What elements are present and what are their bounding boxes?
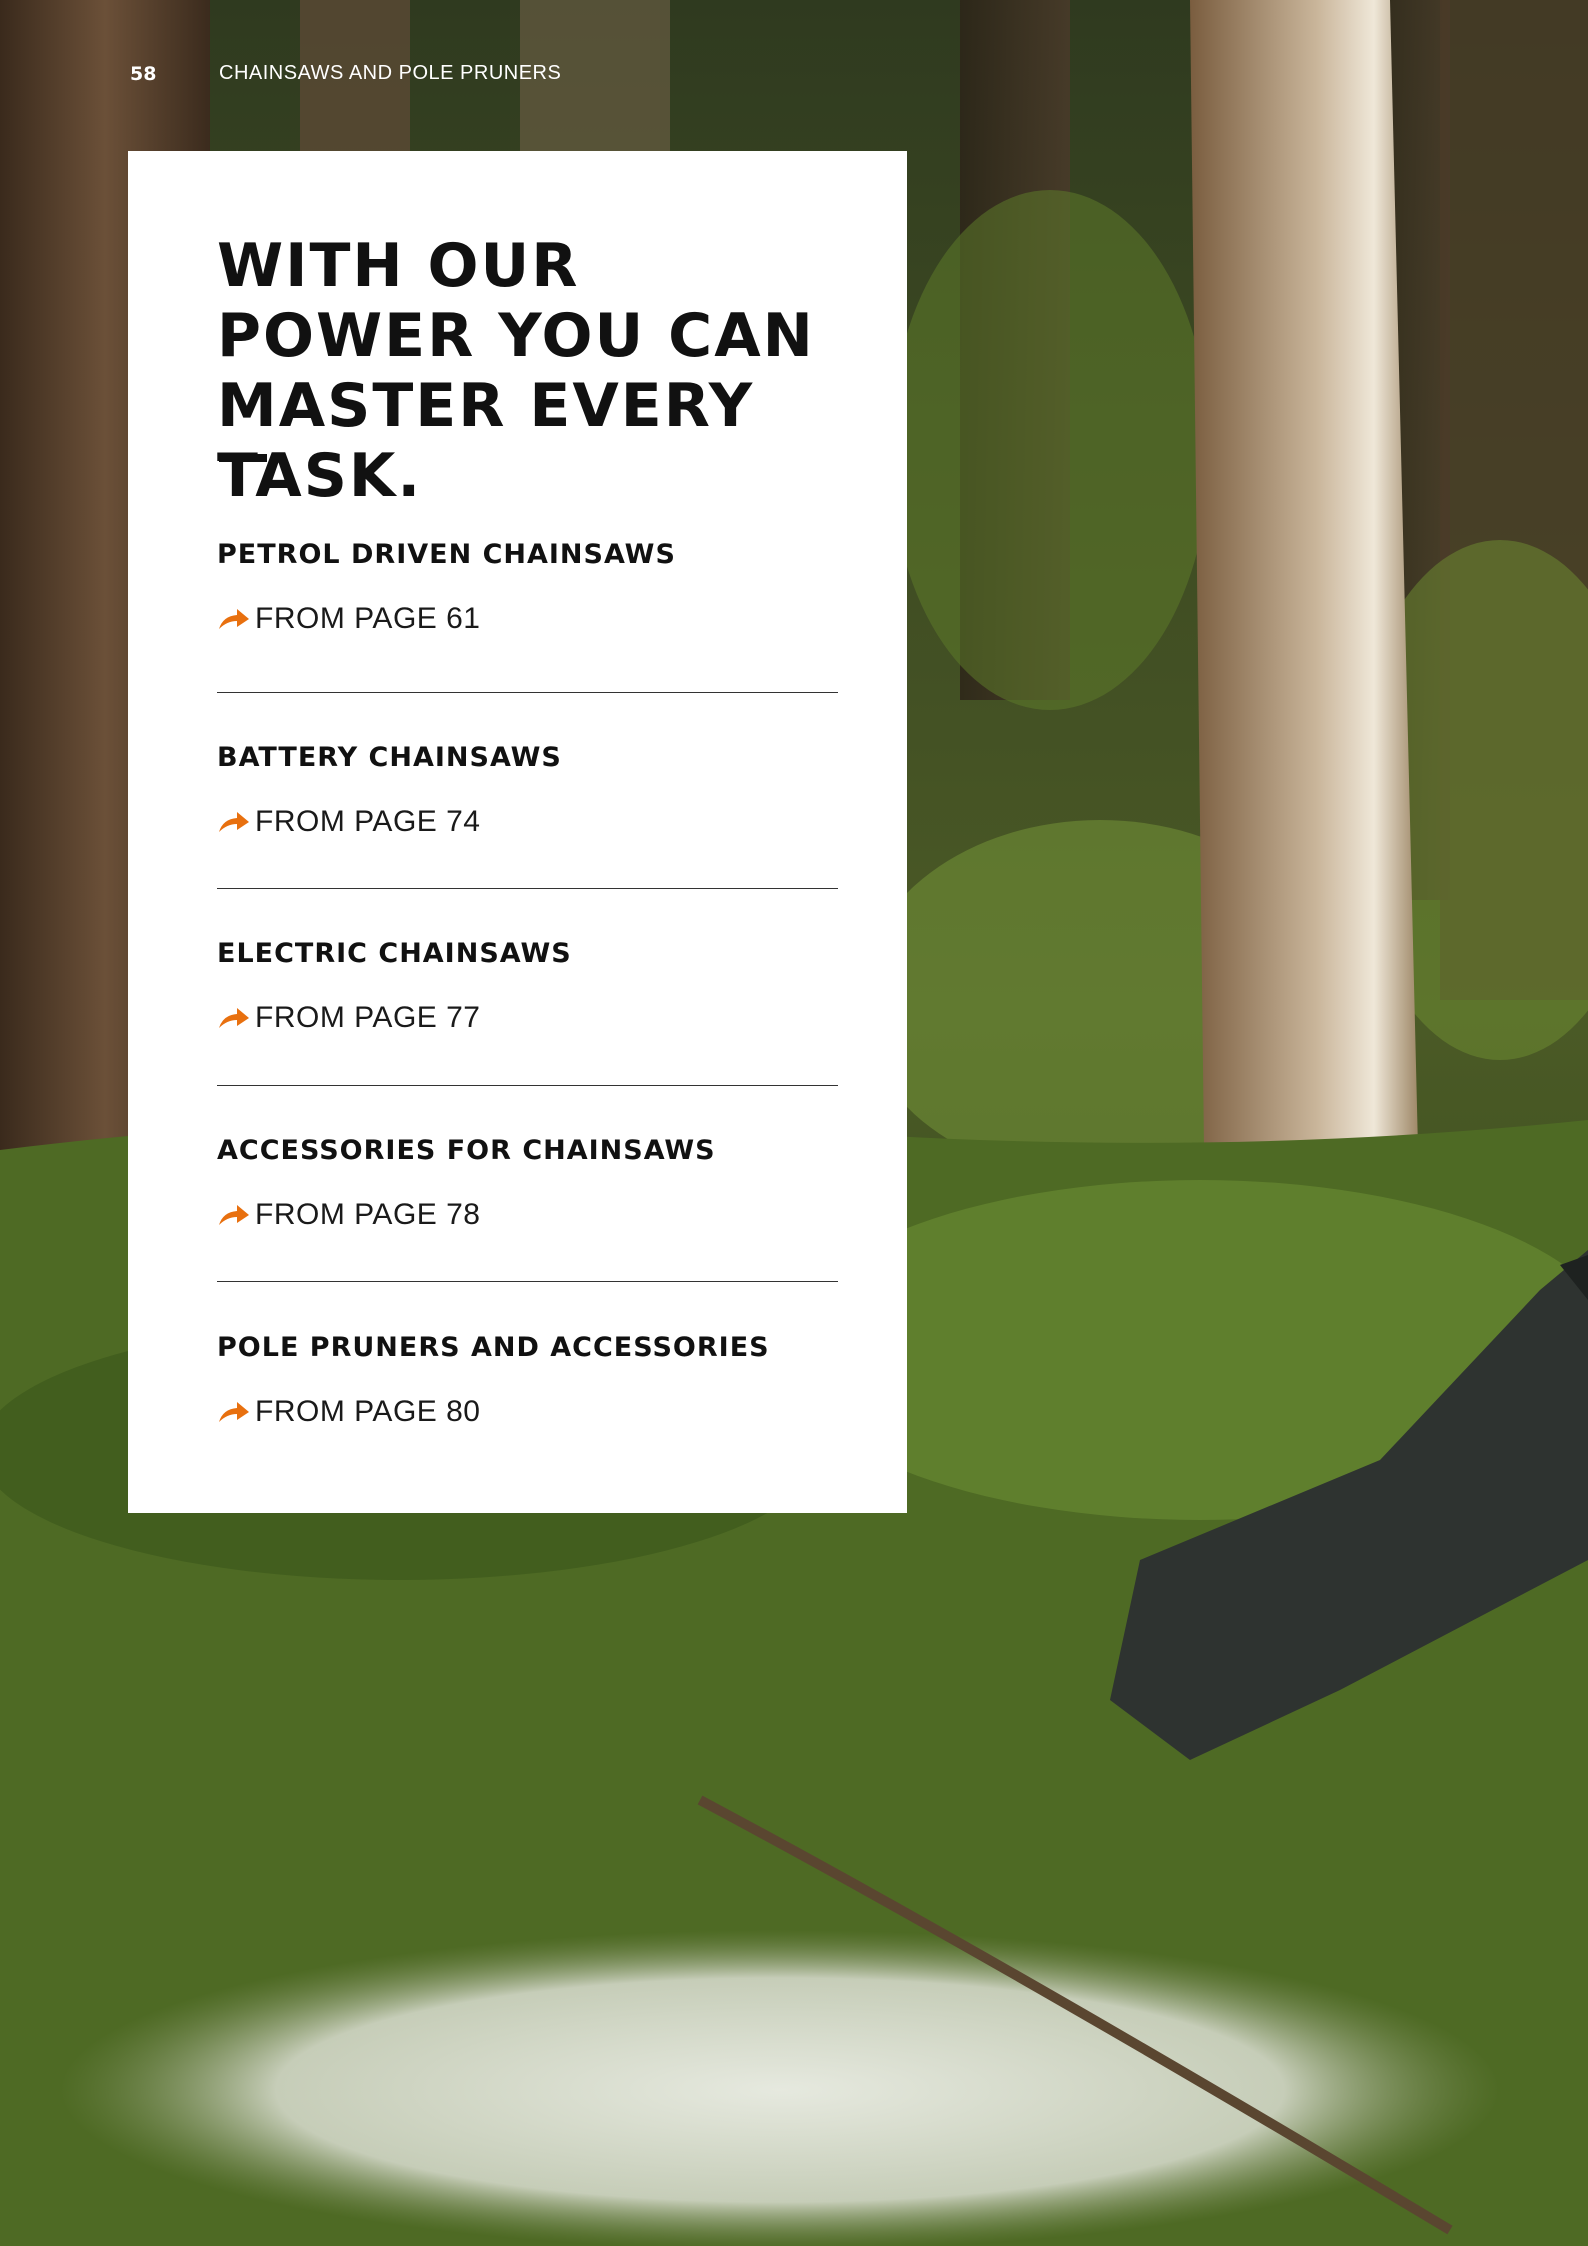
arrow-right-icon bbox=[219, 1205, 249, 1225]
arrow-right-icon bbox=[219, 1008, 249, 1028]
from-page-text: FROM PAGE 77 bbox=[255, 1001, 481, 1034]
category-petrol-chainsaws: PETROL DRIVEN CHAINSAWS FROM PAGE 61 bbox=[217, 538, 837, 636]
from-page-text: FROM PAGE 80 bbox=[255, 1395, 481, 1428]
from-page-text: FROM PAGE 74 bbox=[255, 805, 481, 838]
from-page-text: FROM PAGE 78 bbox=[255, 1198, 481, 1231]
from-page-text: FROM PAGE 61 bbox=[255, 602, 481, 635]
arrow-right-icon bbox=[219, 609, 249, 629]
from-page-link[interactable]: FROM PAGE 78 bbox=[217, 1198, 837, 1232]
divider bbox=[217, 1085, 838, 1086]
arrow-right-icon bbox=[219, 812, 249, 832]
category-title: POLE PRUNERS AND ACCESSORIES bbox=[217, 1332, 770, 1363]
category-battery-chainsaws: BATTERY CHAINSAWS FROM PAGE 74 bbox=[217, 741, 837, 839]
content-card: WITH OUR POWER YOU CAN MASTER EVERY TASK… bbox=[128, 151, 907, 1513]
arrow-right-icon bbox=[219, 1402, 249, 1422]
page-number: 58 bbox=[130, 62, 157, 85]
divider bbox=[217, 692, 838, 693]
from-page-link[interactable]: FROM PAGE 77 bbox=[217, 1001, 837, 1035]
category-title: PETROL DRIVEN CHAINSAWS bbox=[217, 539, 676, 570]
category-title: BATTERY CHAINSAWS bbox=[217, 742, 562, 773]
category-title: ACCESSORIES FOR CHAINSAWS bbox=[217, 1135, 716, 1166]
headline: WITH OUR POWER YOU CAN MASTER EVERY TASK… bbox=[217, 231, 815, 511]
from-page-link[interactable]: FROM PAGE 74 bbox=[217, 805, 837, 839]
category-pole-pruners: POLE PRUNERS AND ACCESSORIES FROM PAGE 8… bbox=[217, 1331, 837, 1429]
section-title: CHAINSAWS AND POLE PRUNERS bbox=[219, 62, 562, 84]
category-title: ELECTRIC CHAINSAWS bbox=[217, 938, 572, 969]
category-electric-chainsaws: ELECTRIC CHAINSAWS FROM PAGE 77 bbox=[217, 937, 837, 1035]
from-page-link[interactable]: FROM PAGE 80 bbox=[217, 1395, 837, 1429]
from-page-link[interactable]: FROM PAGE 61 bbox=[217, 602, 837, 636]
page-header: 58 CHAINSAWS AND POLE PRUNERS bbox=[130, 62, 561, 85]
category-accessories-chainsaws: ACCESSORIES FOR CHAINSAWS FROM PAGE 78 bbox=[217, 1134, 837, 1232]
divider bbox=[217, 888, 838, 889]
headline-dash bbox=[219, 454, 267, 462]
divider bbox=[217, 1281, 838, 1282]
